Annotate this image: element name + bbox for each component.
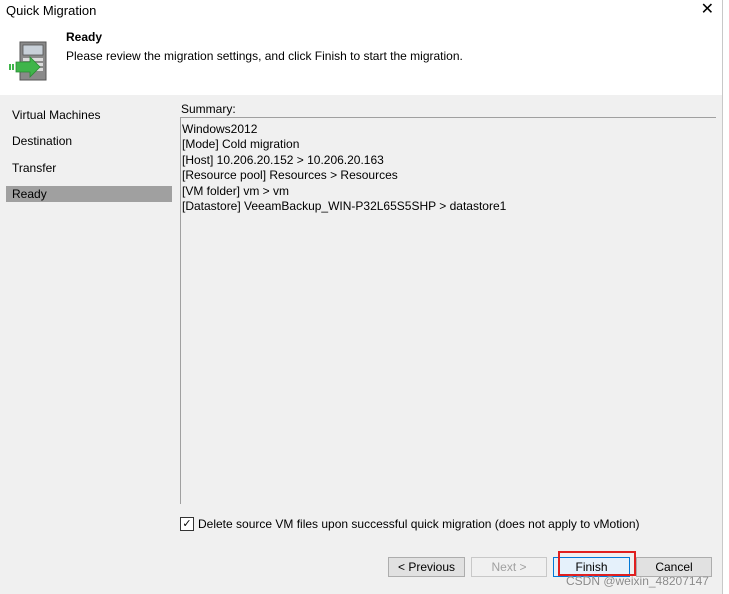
summary-label: Summary: — [181, 102, 236, 116]
title-bar: Quick Migration ✕ — [0, 0, 722, 22]
summary-line: [VM folder] vm > vm — [182, 184, 290, 198]
background-window-fragment — [723, 112, 729, 120]
window-title: Quick Migration — [6, 3, 97, 18]
background-window-fragment — [723, 95, 729, 103]
quick-migration-window: Quick Migration ✕ Ready Please review th… — [0, 0, 723, 594]
delete-source-label: Delete source VM files upon successful q… — [198, 517, 640, 531]
wizard-step-nav: Virtual Machines Destination Transfer Re… — [0, 95, 174, 542]
summary-line: [Datastore] VeeamBackup_WIN-P32L65S5SHP … — [182, 199, 507, 213]
close-icon[interactable]: ✕ — [701, 1, 714, 19]
finish-highlight-box — [558, 551, 636, 576]
background-window-fragment — [723, 78, 729, 86]
nav-item-destination[interactable]: Destination — [6, 133, 172, 149]
nav-item-ready[interactable]: Ready — [6, 186, 172, 202]
summary-line: [Resource pool] Resources > Resources — [182, 168, 398, 182]
wizard-header: Ready Please review the migration settin… — [0, 22, 722, 95]
step-title: Ready — [66, 30, 103, 44]
summary-line: [Host] 10.206.20.152 > 10.206.20.163 — [182, 153, 384, 167]
nav-item-virtual-machines[interactable]: Virtual Machines — [6, 107, 172, 123]
step-description: Please review the migration settings, an… — [66, 49, 463, 63]
summary-textbox[interactable]: Windows2012 [Mode] Cold migration [Host]… — [180, 117, 716, 504]
delete-source-checkbox[interactable]: ✓ — [180, 517, 194, 531]
summary-line: Windows2012 — [182, 122, 258, 136]
wizard-content: Virtual Machines Destination Transfer Re… — [0, 95, 722, 542]
summary-line: [Mode] Cold migration — [182, 137, 300, 151]
server-migration-icon — [9, 41, 47, 81]
nav-item-transfer[interactable]: Transfer — [6, 160, 172, 176]
previous-button[interactable]: < Previous — [388, 557, 465, 577]
next-button[interactable]: Next > — [471, 557, 547, 577]
watermark-text: CSDN @weixin_48207147 — [566, 574, 709, 588]
